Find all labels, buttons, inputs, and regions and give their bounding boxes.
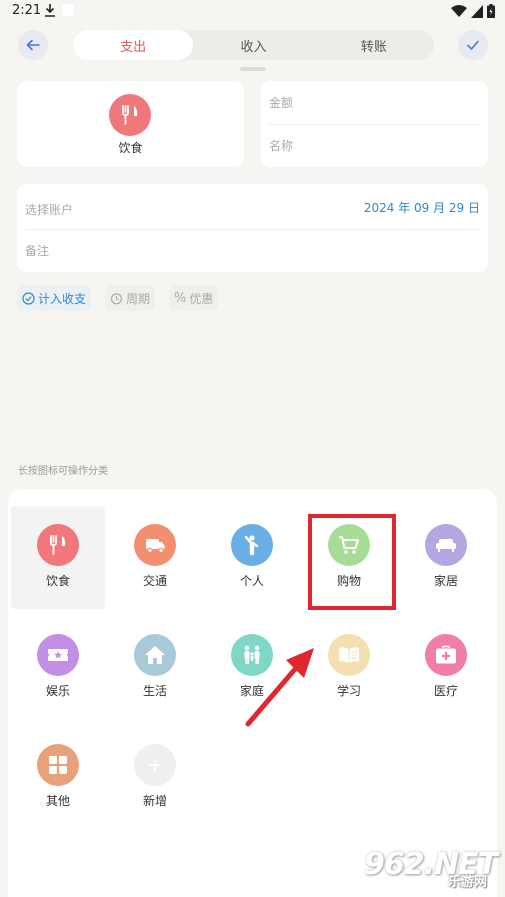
sofa-icon: [436, 539, 456, 552]
category-label: 娱乐: [45, 684, 70, 698]
cycle-icon: [110, 292, 123, 304]
category-hint: 长按图标可操作分类: [18, 466, 108, 477]
cycle-chip[interactable]: 周期: [105, 285, 156, 311]
bus-icon: [146, 539, 165, 554]
drag-handle[interactable]: [240, 67, 266, 71]
signal-icon: [471, 4, 483, 18]
tab-expense[interactable]: 支出: [73, 30, 194, 60]
check-icon: [467, 40, 479, 51]
status-bar: 2:21: [0, 0, 505, 24]
arrow-left-icon: [26, 39, 40, 51]
top-bar: 支出 收入 转账: [0, 28, 505, 62]
annotation-arrow-icon: [245, 648, 314, 727]
category-label: 其他: [45, 794, 70, 808]
ticket-icon: [48, 649, 68, 661]
type-segment: 支出 收入 转账: [73, 30, 434, 60]
person-icon: [244, 535, 259, 556]
option-chips: 计入收支 周期 % 优惠: [17, 285, 219, 311]
check-circle-icon: [22, 291, 35, 305]
category-label: 家居: [433, 574, 458, 588]
category-transport[interactable]: 交通: [108, 506, 202, 609]
book-icon: [339, 647, 359, 663]
category-label: 交通: [142, 574, 167, 588]
tab-income[interactable]: 收入: [193, 30, 313, 60]
name-field[interactable]: 名称: [269, 124, 480, 167]
fork-knife-icon: [50, 535, 66, 555]
category-label: 饮食: [45, 574, 70, 588]
category-home[interactable]: 家居: [399, 506, 493, 609]
category-medical[interactable]: 医疗: [399, 616, 493, 719]
discount-chip[interactable]: % 优惠: [169, 285, 219, 311]
tab-transfer[interactable]: 转账: [314, 30, 434, 60]
category-food[interactable]: 饮食: [11, 506, 105, 609]
amount-field[interactable]: 金额: [269, 81, 480, 124]
category-label: 个人: [239, 574, 264, 588]
notification-icon: [62, 4, 74, 16]
selected-category-circle: [109, 94, 151, 136]
plus-icon: [149, 759, 161, 771]
fork-knife-icon: [122, 105, 138, 125]
category-label: 新增: [142, 794, 167, 808]
include-in-balance-label: 计入收支: [38, 291, 87, 306]
category-personal[interactable]: 个人: [205, 506, 299, 609]
cycle-label: 周期: [126, 291, 151, 306]
watermark-logo: 962.NET 乐游网: [364, 847, 500, 891]
highlight-box: [308, 514, 396, 610]
discount-label: 优惠: [189, 291, 214, 306]
house-icon: [145, 646, 165, 664]
amount-card: 金额 名称: [261, 81, 488, 167]
status-time: 2:21: [12, 3, 42, 18]
watermark-subtext: 乐游网: [448, 875, 488, 890]
back-button[interactable]: [18, 30, 48, 60]
note-field[interactable]: 备注: [25, 229, 480, 272]
category-entertainment[interactable]: 娱乐: [11, 616, 105, 719]
category-other[interactable]: 其他: [11, 726, 105, 829]
wifi-icon: [451, 4, 467, 17]
category-label: 医疗: [433, 684, 458, 698]
selected-category-card[interactable]: 饮食: [17, 81, 244, 167]
category-label: 生活: [142, 684, 167, 698]
category-living[interactable]: 生活: [108, 616, 202, 719]
date-picker[interactable]: 2024 年 09 月 29 日: [364, 184, 480, 230]
confirm-button[interactable]: [458, 30, 488, 60]
include-in-balance-chip[interactable]: 计入收支: [17, 285, 92, 311]
medkit-icon: [436, 645, 456, 664]
grid-icon: [49, 756, 67, 774]
percent-icon: %: [174, 290, 187, 306]
category-add[interactable]: 新增: [108, 726, 202, 829]
account-card: 选择账户 2024 年 09 月 29 日 备注: [17, 184, 488, 272]
download-icon: [45, 4, 55, 17]
selected-category-label: 饮食: [118, 141, 143, 155]
battery-icon: [487, 4, 495, 18]
